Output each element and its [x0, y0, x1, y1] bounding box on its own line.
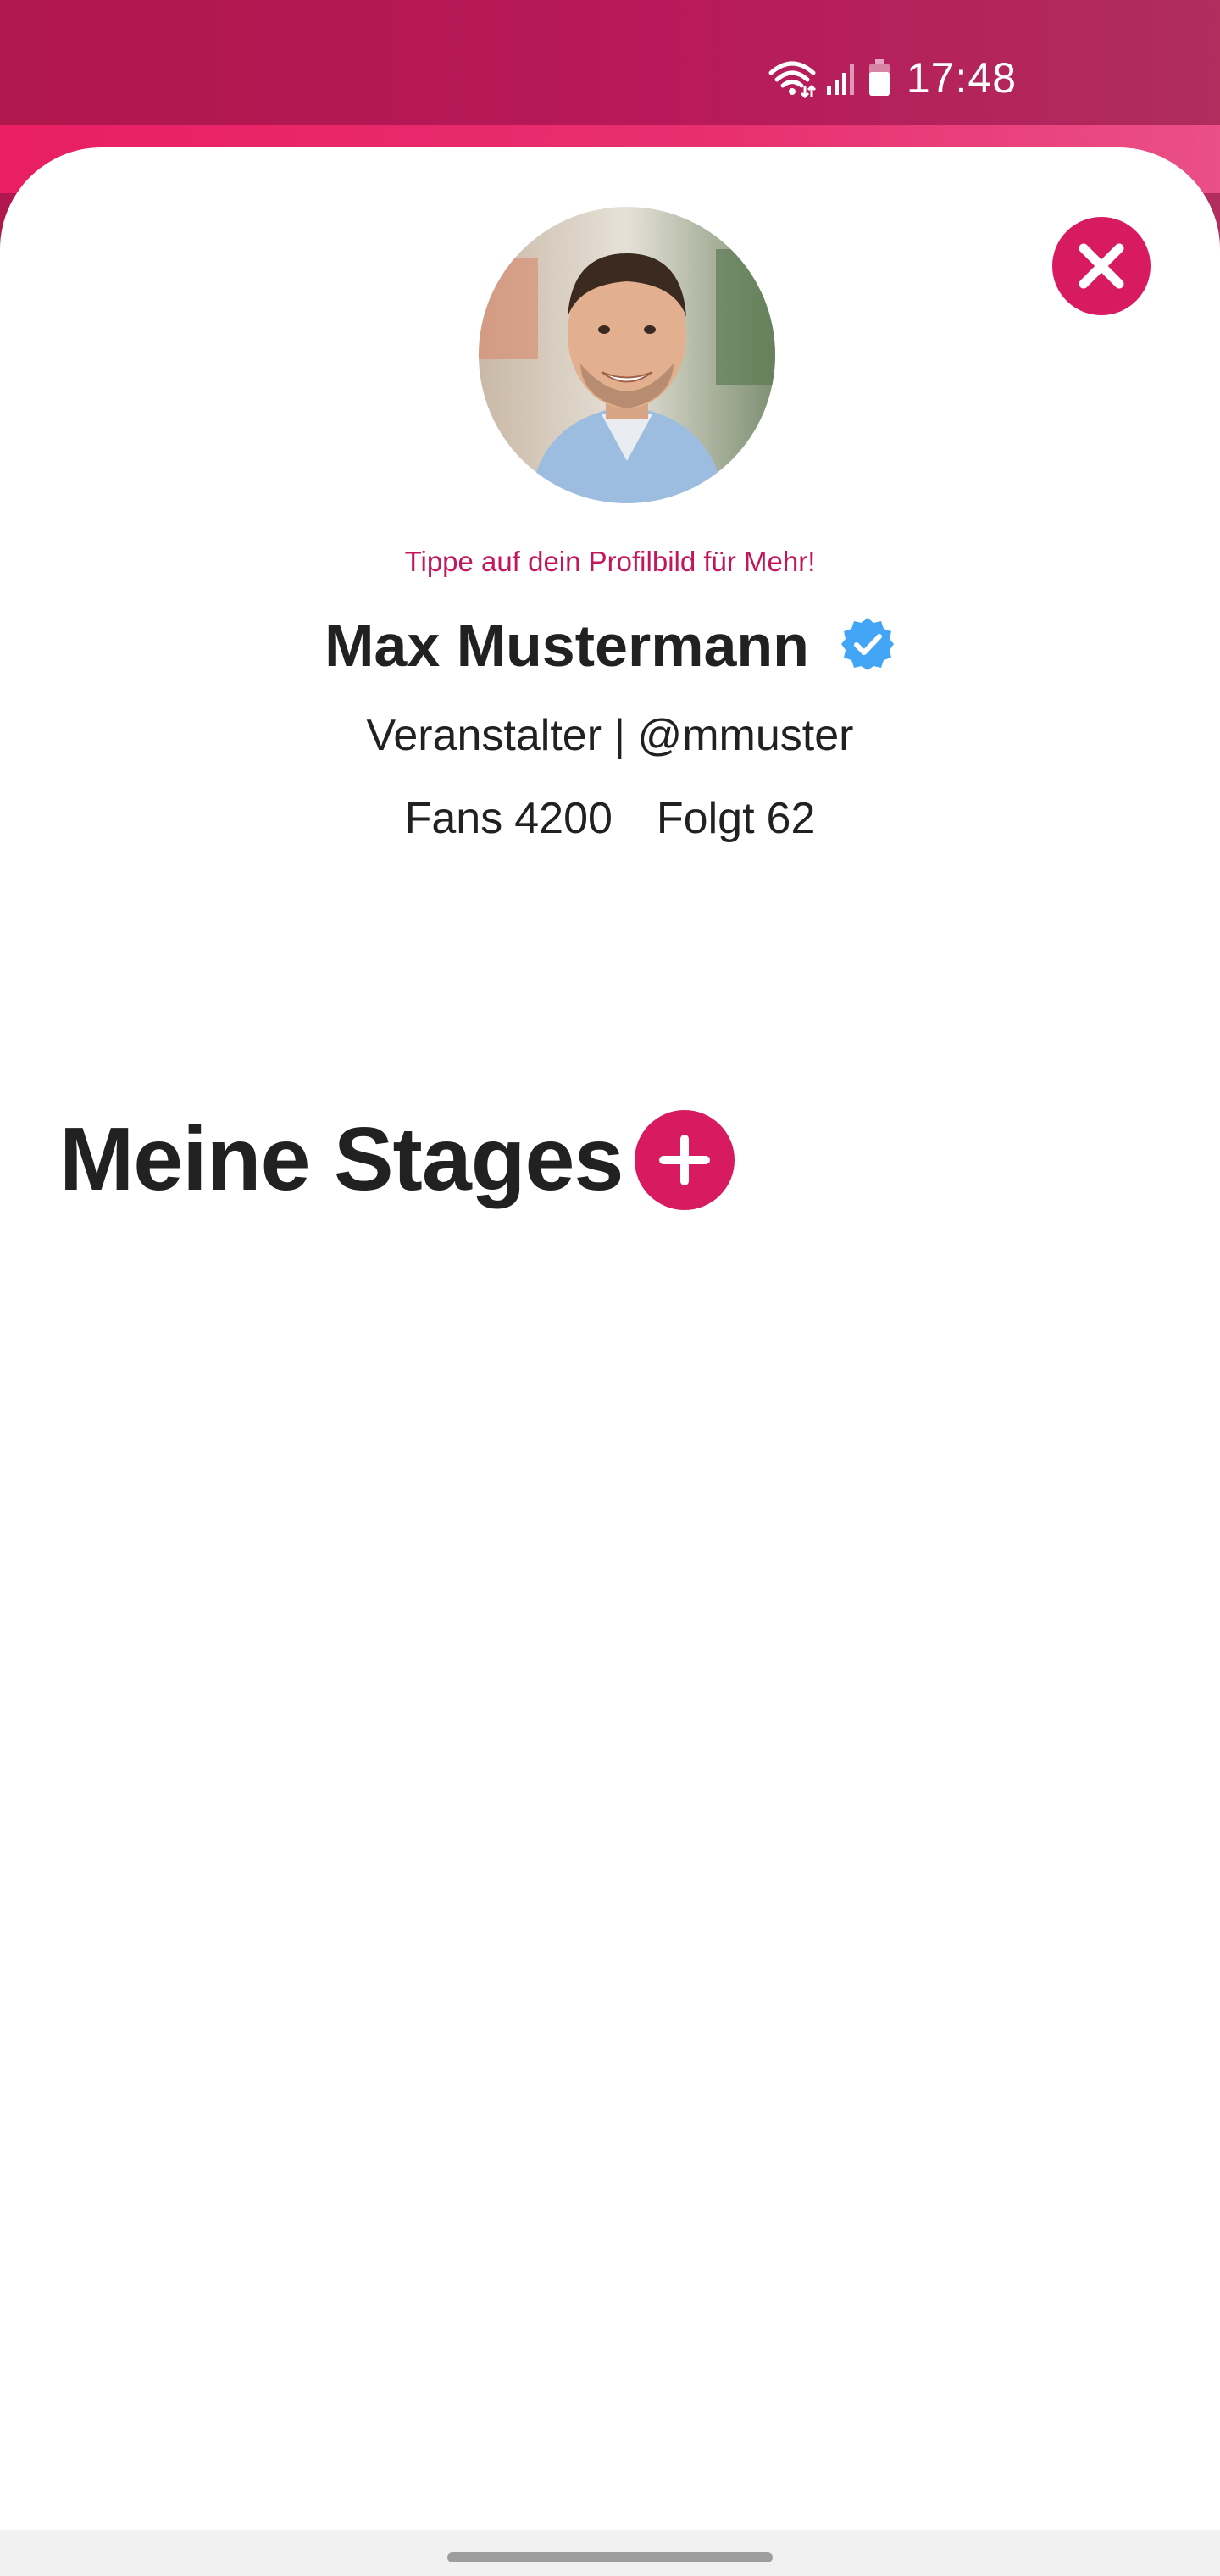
home-indicator[interactable] [447, 2552, 773, 2562]
stats-row: Fans 4200 Folgt 62 [0, 793, 1220, 844]
system-nav-bar [0, 2530, 1220, 2576]
wifi-icon [768, 58, 817, 98]
fans-stat[interactable]: Fans 4200 [405, 793, 613, 844]
verified-badge-icon [840, 616, 896, 676]
status-time: 17:48 [906, 54, 1017, 102]
close-icon [1079, 243, 1124, 289]
profile-sheet [0, 147, 1220, 2530]
fans-label: Fans [404, 794, 503, 843]
close-button[interactable] [1052, 217, 1151, 315]
status-icons: 17:48 [768, 44, 1017, 112]
status-bar: 17:48 [0, 0, 1220, 127]
role-line: Veranstalter | @mmuster [366, 711, 854, 760]
fans-count: 4200 [514, 794, 613, 843]
plus-icon [659, 1134, 711, 1185]
name-row: Max Mustermann [0, 612, 1220, 680]
following-count: 62 [766, 794, 816, 843]
following-stat[interactable]: Folgt 62 [657, 793, 815, 844]
add-stage-button[interactable] [635, 1109, 735, 1210]
stages-section-header: Meine Stages [59, 1108, 735, 1211]
signal-icon [825, 59, 859, 97]
following-label: Folgt [656, 794, 755, 843]
profile-screen: 17:48 Tippe auf dein Profilbild für Mehr… [0, 0, 1220, 2576]
stages-title: Meine Stages [59, 1109, 624, 1209]
profile-avatar[interactable] [479, 207, 775, 503]
avatar-hint: Tippe auf dein Profilbild für Mehr! [404, 546, 816, 577]
battery-icon [868, 58, 891, 97]
profile-name: Max Mustermann [324, 613, 809, 679]
